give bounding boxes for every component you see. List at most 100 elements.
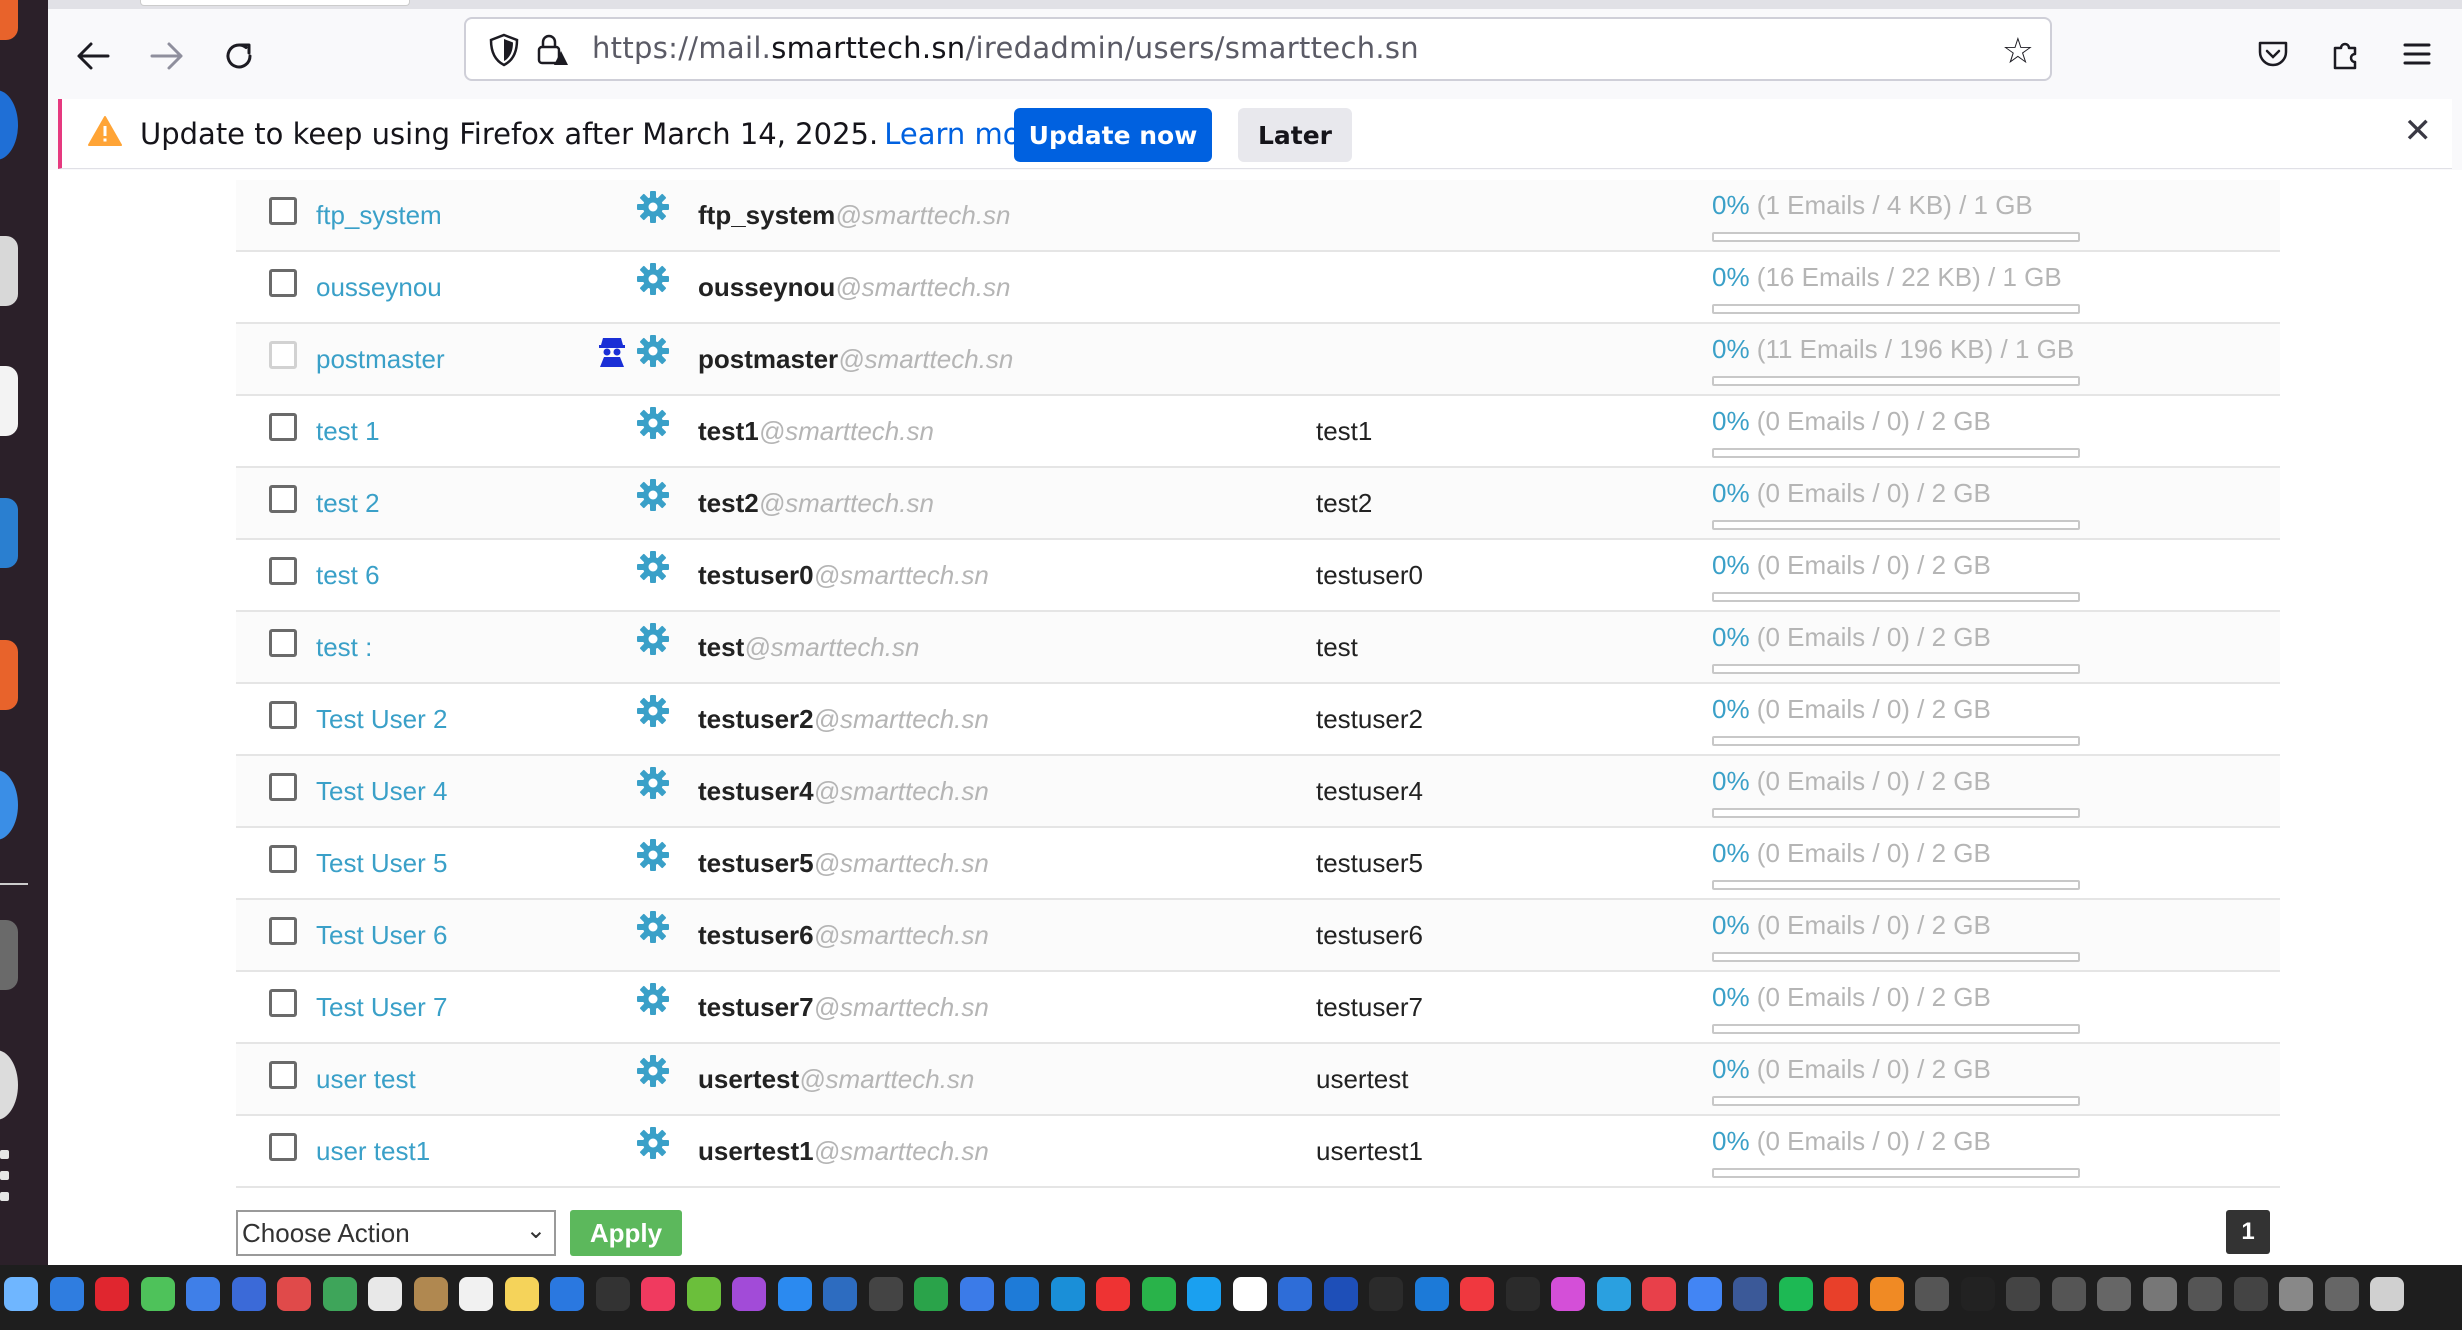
show-apps-icon[interactable] [0, 1150, 10, 1213]
dock-app-icon[interactable] [1141, 1277, 1176, 1311]
dock-app-icon[interactable] [1005, 1277, 1039, 1311]
url-bar[interactable]: https://mail.smarttech.sn/iredadmin/user… [464, 17, 2052, 81]
dock-app-icon[interactable] [277, 1277, 311, 1311]
row-checkbox[interactable] [269, 1061, 297, 1089]
gear-icon[interactable] [636, 694, 670, 728]
help-dock-icon[interactable] [0, 770, 18, 840]
page-number-button[interactable]: 1 [2226, 1210, 2270, 1254]
dock-app-icon[interactable] [186, 1277, 220, 1311]
back-button[interactable] [68, 31, 118, 81]
dock-app-icon[interactable] [777, 1277, 812, 1311]
dock-app-icon[interactable] [1869, 1277, 1904, 1311]
dock-app-icon[interactable] [1915, 1277, 1949, 1311]
dock-app-icon[interactable] [1323, 1277, 1358, 1311]
close-icon[interactable]: ✕ [2404, 111, 2433, 151]
dock-app-icon[interactable] [1187, 1277, 1221, 1311]
dock-app-icon[interactable] [1960, 1277, 1995, 1311]
row-checkbox[interactable] [269, 197, 297, 225]
user-display-name-link[interactable]: user test1 [316, 1136, 430, 1167]
gear-icon[interactable] [636, 982, 670, 1016]
gear-icon[interactable] [636, 262, 670, 296]
dock-app-icon[interactable] [95, 1277, 129, 1311]
row-checkbox[interactable] [269, 845, 297, 873]
gear-icon[interactable] [636, 838, 670, 872]
files-dock-icon[interactable] [0, 236, 18, 306]
forward-button[interactable] [142, 31, 192, 81]
row-checkbox[interactable] [269, 701, 297, 729]
dock-app-icon[interactable] [1232, 1277, 1267, 1311]
dock-app-icon[interactable] [2051, 1277, 2086, 1311]
dock-app-icon[interactable] [868, 1277, 903, 1311]
software-dock-icon[interactable] [0, 640, 18, 710]
dock-app-icon[interactable] [959, 1277, 994, 1311]
row-checkbox[interactable] [269, 269, 297, 297]
drive-dock-icon[interactable] [0, 920, 18, 990]
gear-icon[interactable] [636, 190, 670, 224]
dock-app-icon[interactable] [1505, 1277, 1540, 1311]
dock-app-icon[interactable] [1096, 1277, 1130, 1311]
dock-app-icon[interactable] [2324, 1277, 2359, 1311]
bookmark-star-icon[interactable]: ☆ [2002, 31, 2034, 72]
gear-icon[interactable] [636, 550, 670, 584]
dock-app-icon[interactable] [231, 1277, 266, 1311]
user-display-name-link[interactable]: postmaster [316, 344, 445, 375]
user-display-name-link[interactable]: Test User 2 [316, 704, 448, 735]
dock-app-icon[interactable] [1596, 1277, 1631, 1311]
thunderbird-dock-icon[interactable] [0, 90, 18, 160]
row-checkbox[interactable] [269, 557, 297, 585]
extensions-button[interactable] [2322, 31, 2368, 77]
dock-app-icon[interactable] [2233, 1277, 2268, 1311]
menu-button[interactable] [2394, 31, 2440, 77]
active-tab[interactable] [140, 0, 410, 6]
user-display-name-link[interactable]: ftp_system [316, 200, 442, 231]
dock-app-icon[interactable] [49, 1277, 84, 1311]
dock-app-icon[interactable] [2370, 1277, 2404, 1311]
dock-app-icon[interactable] [504, 1277, 539, 1311]
choose-action-select[interactable]: Choose Action ⌄ [236, 1210, 556, 1256]
writer-dock-icon[interactable] [0, 498, 18, 568]
user-display-name-link[interactable]: test 2 [316, 488, 380, 519]
row-checkbox[interactable] [269, 1133, 297, 1161]
dock-app-icon[interactable] [2006, 1277, 2040, 1311]
gear-icon[interactable] [636, 910, 670, 944]
dock-app-icon[interactable] [595, 1277, 630, 1311]
gear-icon[interactable] [636, 622, 670, 656]
dock-app-icon[interactable] [413, 1277, 448, 1311]
dock-app-icon[interactable] [2188, 1277, 2222, 1311]
dock-app-icon[interactable] [1050, 1277, 1085, 1311]
reload-button[interactable] [214, 31, 264, 81]
apply-button[interactable]: Apply [570, 1210, 682, 1256]
gear-icon[interactable] [636, 478, 670, 512]
dock-app-icon[interactable] [641, 1277, 675, 1311]
disc-dock-icon[interactable] [0, 1050, 18, 1120]
gear-icon[interactable] [636, 1054, 670, 1088]
dock-app-icon[interactable] [686, 1277, 721, 1311]
dock-app-icon[interactable] [1642, 1277, 1676, 1311]
url-text[interactable]: https://mail.smarttech.sn/iredadmin/user… [592, 31, 1419, 65]
user-display-name-link[interactable]: test 1 [316, 416, 380, 447]
update-now-button[interactable]: Update now [1014, 108, 1212, 162]
row-checkbox[interactable] [269, 773, 297, 801]
dock-app-icon[interactable] [2279, 1277, 2313, 1311]
user-display-name-link[interactable]: Test User 4 [316, 776, 448, 807]
user-display-name-link[interactable]: Test User 6 [316, 920, 448, 951]
tracking-shield-icon[interactable] [488, 33, 520, 67]
user-display-name-link[interactable]: user test [316, 1064, 416, 1095]
dock-app-icon[interactable] [1824, 1277, 1858, 1311]
pocket-button[interactable] [2250, 31, 2296, 77]
dock-app-icon[interactable] [732, 1277, 766, 1311]
gear-icon[interactable] [636, 766, 670, 800]
dock-app-icon[interactable] [1414, 1277, 1449, 1311]
dock-app-icon[interactable] [823, 1277, 857, 1311]
firefox-dock-icon[interactable] [0, 0, 18, 40]
row-checkbox[interactable] [269, 629, 297, 657]
row-checkbox[interactable] [269, 989, 297, 1017]
gear-icon[interactable] [636, 334, 670, 368]
user-display-name-link[interactable]: Test User 5 [316, 848, 448, 879]
row-checkbox[interactable] [269, 485, 297, 513]
dock-app-icon[interactable] [4, 1277, 38, 1311]
dock-app-icon[interactable] [322, 1277, 357, 1311]
rhythmbox-dock-icon[interactable] [0, 366, 18, 436]
user-display-name-link[interactable]: ousseynou [316, 272, 442, 303]
dock-app-icon[interactable] [2142, 1277, 2177, 1311]
